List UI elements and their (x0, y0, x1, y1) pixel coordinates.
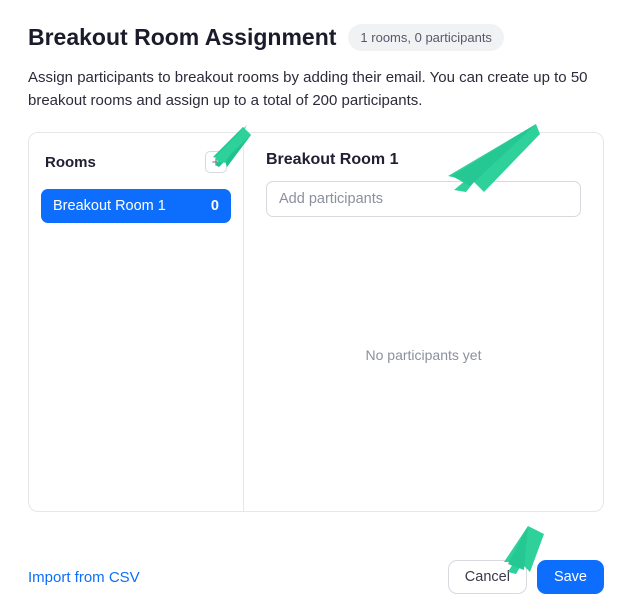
room-item-count: 0 (211, 198, 219, 214)
room-title: Breakout Room 1 (266, 151, 581, 169)
room-item[interactable]: Breakout Room 1 0 (41, 189, 231, 223)
save-button[interactable]: Save (537, 560, 604, 594)
room-item-name: Breakout Room 1 (53, 198, 166, 214)
status-badge: 1 rooms, 0 participants (348, 24, 504, 51)
page-description: Assign participants to breakout rooms by… (28, 67, 604, 112)
import-csv-link[interactable]: Import from CSV (28, 569, 140, 586)
rooms-heading: Rooms (45, 154, 96, 171)
rooms-sidebar: Rooms + Breakout Room 1 0 (29, 133, 244, 511)
assignment-panel: Rooms + Breakout Room 1 0 Breakout Room … (28, 132, 604, 512)
add-participants-input[interactable] (266, 181, 581, 217)
participants-area: No participants yet (266, 217, 581, 493)
page-title: Breakout Room Assignment (28, 24, 336, 51)
cancel-button[interactable]: Cancel (448, 560, 527, 594)
room-detail: Breakout Room 1 No participants yet (244, 133, 603, 511)
empty-participants-text: No participants yet (366, 347, 482, 363)
add-room-button[interactable]: + (205, 151, 227, 173)
